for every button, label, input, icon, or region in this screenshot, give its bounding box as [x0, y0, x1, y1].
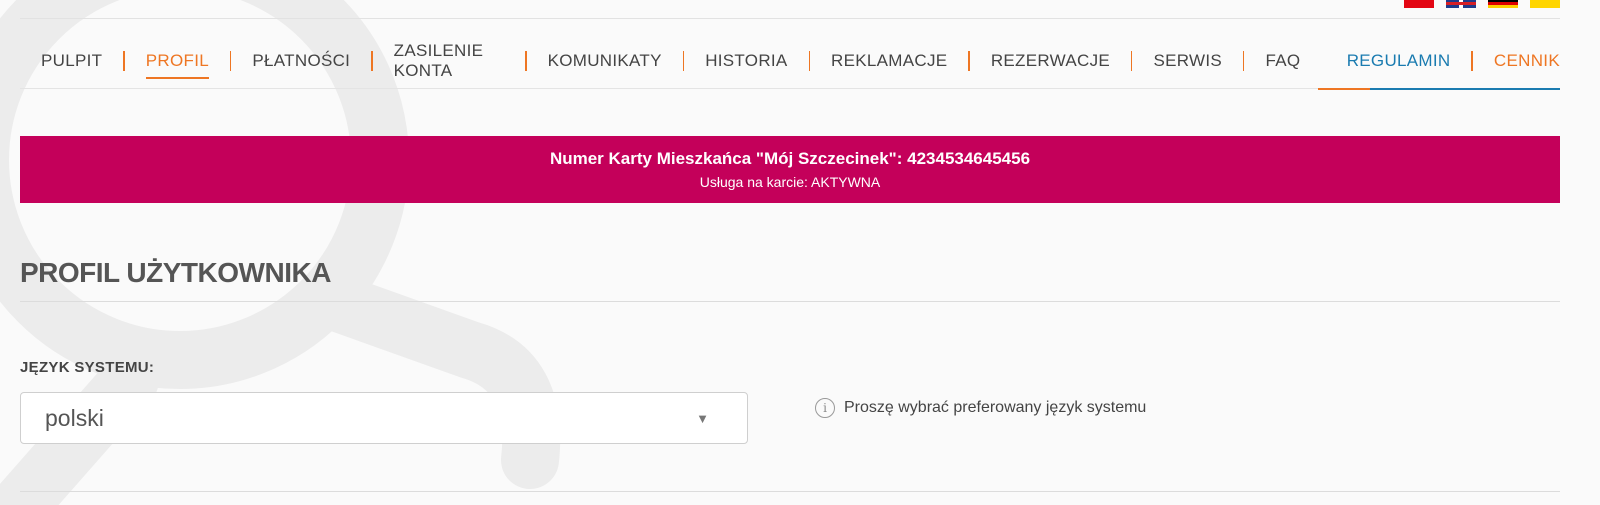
nav-item-reklamacje[interactable]: REKLAMACJE [810, 39, 968, 83]
nav-item-pulpit[interactable]: PULPIT [20, 39, 123, 83]
nav-item-regulamin[interactable]: REGULAMIN [1326, 39, 1472, 83]
nav-item-rezerwacje[interactable]: REZERWACJE [970, 39, 1131, 83]
title-divider [20, 301, 1560, 302]
nav-accent-blue [1370, 88, 1560, 90]
nav-item-serwis[interactable]: SERWIS [1132, 39, 1243, 83]
nav-item-cennik[interactable]: CENNIK [1473, 39, 1560, 83]
bottom-divider [20, 491, 1560, 492]
nav-item-historia[interactable]: HISTORIA [684, 39, 808, 83]
nav-accent-orange [1318, 88, 1370, 90]
info-icon: i [815, 398, 835, 418]
language-flags [1404, 0, 1560, 8]
language-select[interactable]: polski ▼ [20, 392, 748, 444]
flag-pl-icon[interactable] [1404, 0, 1434, 8]
nav-item-profil[interactable]: PROFIL [125, 39, 230, 83]
language-select-value: polski [45, 404, 104, 431]
main-nav: PULPIT PROFIL PŁATNOŚCI ZASILENIE KONTA … [20, 34, 1560, 88]
top-divider [20, 18, 1560, 19]
language-label: JĘZYK SYSTEMU: [20, 359, 155, 376]
card-banner: Numer Karty Mieszkańca "Mój Szczecinek":… [20, 136, 1560, 203]
chevron-down-icon: ▼ [696, 410, 709, 426]
page-title: PROFIL UŻYTKOWNIKA [20, 257, 331, 288]
card-status-text: Usługa na karcie: AKTYWNA [699, 174, 881, 190]
flag-gb-icon[interactable] [1446, 0, 1476, 8]
card-number-text: Numer Karty Mieszkańca "Mój Szczecinek":… [549, 149, 1031, 168]
nav-item-komunikaty[interactable]: KOMUNIKATY [527, 39, 683, 83]
nav-item-zasilenie-konta[interactable]: ZASILENIE KONTA [373, 39, 526, 83]
flag-de-icon[interactable] [1488, 0, 1518, 8]
language-hint-text: Proszę wybrać preferowany język systemu [844, 399, 1147, 416]
nav-item-platnosci[interactable]: PŁATNOŚCI [231, 39, 371, 83]
flag-ua-icon[interactable] [1530, 0, 1560, 8]
nav-item-faq[interactable]: FAQ [1244, 39, 1321, 83]
language-hint: i Proszę wybrać preferowany język system… [815, 398, 1146, 418]
